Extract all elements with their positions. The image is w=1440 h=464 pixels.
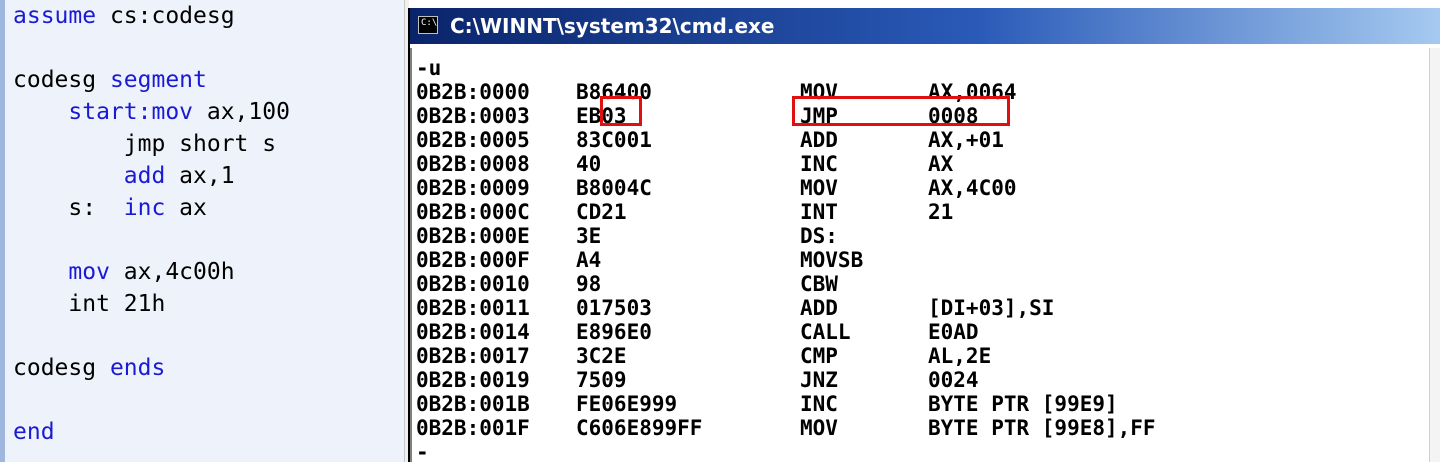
- row-operand: 21: [928, 200, 954, 224]
- row-hex-bytes: FE06E999: [576, 392, 678, 416]
- row-mnemonic: MOVSB: [800, 248, 864, 272]
- row-address: 0B2B:0009: [416, 176, 530, 200]
- code-line-12: codesg ends: [13, 355, 166, 381]
- console-icon[interactable]: C:\: [418, 16, 438, 34]
- row-operand: 0024: [928, 368, 979, 392]
- row-hex-bytes: 3E: [576, 224, 602, 248]
- debug-command: -u: [416, 56, 442, 80]
- row-operand: AX: [928, 152, 954, 176]
- row-hex-bytes: 7509: [576, 368, 627, 392]
- row-hex-bytes: A4: [576, 248, 602, 272]
- row-hex-bytes: B8004C: [576, 176, 652, 200]
- row-mnemonic: CMP: [800, 344, 838, 368]
- row-mnemonic: DS:: [800, 224, 838, 248]
- row-operand: AX,+01: [928, 128, 1004, 152]
- row-operand: BYTE PTR [99E8],FF: [928, 416, 1156, 440]
- row-operand: AL,2E: [928, 344, 992, 368]
- console-output[interactable]: -u 0B2B:0000 B86400 MOV AX,0064 0B2B:0003 EB0…: [410, 48, 1432, 464]
- row-mnemonic: MOV: [800, 176, 838, 200]
- row-hex-bytes: C606E899FF: [576, 416, 703, 440]
- code-line-3: codesg segment: [13, 67, 207, 93]
- row-hex-bytes: E896E0: [576, 320, 652, 344]
- row-mnemonic: INC: [800, 152, 838, 176]
- row-address: 0B2B:000E: [416, 224, 530, 248]
- code-line-10: int 21h: [68, 291, 166, 317]
- row-hex-bytes: CD21: [576, 200, 627, 224]
- row-mnemonic: CALL: [800, 320, 851, 344]
- cmd-window[interactable]: C:\ C:\WINNT\system32\cmd.exe -u 0B2B:00…: [408, 8, 1440, 464]
- code-line-6: add ax,1: [123, 163, 235, 189]
- row-hex-bytes: 3C2E: [576, 344, 627, 368]
- row-address: 0B2B:001F: [416, 416, 530, 440]
- row-address: 0B2B:0005: [416, 128, 530, 152]
- window-titlebar[interactable]: C:\ C:\WINNT\system32\cmd.exe: [410, 8, 1440, 44]
- row-address: 0B2B:0010: [416, 272, 530, 296]
- row-mnemonic: JNZ: [800, 368, 838, 392]
- row-hex-bytes: 83C001: [576, 128, 652, 152]
- row-address: 0B2B:0003: [416, 104, 530, 128]
- source-editor[interactable]: assume cs:codesg codesg segment start:mo…: [0, 0, 404, 462]
- window-title: C:\WINNT\system32\cmd.exe: [450, 14, 775, 38]
- row-address: 0B2B:0017: [416, 344, 530, 368]
- highlight-box-offset: [600, 96, 642, 126]
- row-address: 0B2B:0011: [416, 296, 530, 320]
- row-address: 0B2B:000C: [416, 200, 530, 224]
- row-address: 0B2B:0019: [416, 368, 530, 392]
- row-address: 0B2B:000F: [416, 248, 530, 272]
- row-operand: E0AD: [928, 320, 979, 344]
- row-mnemonic: CBW: [800, 272, 838, 296]
- editor-gutter: [0, 0, 5, 462]
- console-scrollbar[interactable]: [1429, 48, 1440, 462]
- row-operand: BYTE PTR [99E9]: [928, 392, 1118, 416]
- row-operand: AX,4C00: [928, 176, 1017, 200]
- row-hex-bytes: 017503: [576, 296, 652, 320]
- code-line-4: start:mov ax,100: [68, 99, 290, 125]
- debug-prompt: -: [416, 440, 429, 464]
- row-address: 0B2B:0000: [416, 80, 530, 104]
- row-address: 0B2B:001B: [416, 392, 530, 416]
- row-operand: [DI+03],SI: [928, 296, 1055, 320]
- code-line-9: mov ax,4c00h: [68, 259, 235, 285]
- highlight-box-jmp: [792, 96, 1010, 126]
- row-address: 0B2B:0008: [416, 152, 530, 176]
- code-line-1: assume cs:codesg: [13, 3, 235, 29]
- row-mnemonic: INT: [800, 200, 838, 224]
- row-mnemonic: MOV: [800, 416, 838, 440]
- code-line-14: end: [13, 419, 55, 445]
- row-hex-bytes: 98: [576, 272, 602, 296]
- row-mnemonic: ADD: [800, 128, 838, 152]
- code-line-7: s: inc ax: [68, 195, 207, 221]
- row-address: 0B2B:0014: [416, 320, 530, 344]
- row-mnemonic: ADD: [800, 296, 838, 320]
- row-mnemonic: INC: [800, 392, 838, 416]
- code-line-5: jmp short s: [123, 131, 277, 157]
- row-hex-bytes: 40: [576, 152, 602, 176]
